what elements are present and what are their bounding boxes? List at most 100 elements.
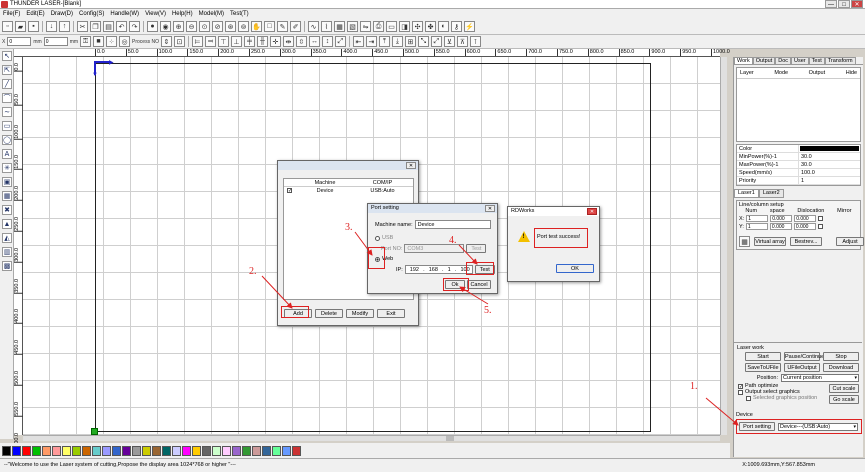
color-swatch-0[interactable]: [2, 445, 11, 456]
zoom-select-icon[interactable]: ⊛: [225, 21, 236, 32]
color-swatch-16[interactable]: [162, 445, 171, 456]
stop-circle-icon[interactable]: ◉: [160, 21, 171, 32]
tab-laser2[interactable]: Laser2: [758, 189, 784, 198]
cut-scale-button[interactable]: Cut scale: [829, 384, 859, 393]
polyline-tool-icon[interactable]: ⌒: [2, 93, 12, 103]
text-tool-icon[interactable]: A: [2, 149, 12, 159]
align-center-h-icon[interactable]: ╫: [256, 36, 268, 47]
align-top-icon[interactable]: ⊤: [217, 36, 229, 47]
layer-table[interactable]: Layer Mode Output Hide: [736, 67, 861, 142]
menu-handle[interactable]: Handle(W): [107, 9, 142, 19]
printer-icon[interactable]: ⎙: [373, 21, 384, 32]
align-left-icon[interactable]: ⊨: [191, 36, 203, 47]
message-ok-button[interactable]: OK: [556, 264, 594, 273]
lock-icon[interactable]: ⚿: [80, 36, 92, 47]
resize-diag-alt-icon[interactable]: ⤢: [430, 36, 442, 47]
minpower-value[interactable]: 30.0: [799, 153, 860, 160]
color-swatch-21[interactable]: [212, 445, 221, 456]
menu-help[interactable]: Help(H): [169, 9, 196, 19]
laser-head-icon[interactable]: ◐: [438, 21, 449, 32]
ellipse-tool-icon[interactable]: ◯: [2, 135, 12, 145]
maximize-button[interactable]: □: [838, 0, 850, 8]
bestrev-button[interactable]: Bestrev...: [790, 237, 822, 246]
color-swatch[interactable]: [800, 146, 859, 151]
machine-name-input[interactable]: Device: [414, 220, 491, 229]
image-tool-icon[interactable]: ▣: [2, 177, 12, 187]
menu-edit[interactable]: Edit(E): [23, 9, 47, 19]
triangle-tool-icon[interactable]: ▲: [2, 219, 12, 229]
monitor-icon[interactable]: ▭: [386, 21, 397, 32]
select-frame-icon[interactable]: □: [264, 21, 275, 32]
grid-tool-icon[interactable]: ▦: [2, 191, 12, 201]
stop-icon[interactable]: ●: [147, 21, 158, 32]
cross-frame-alt-icon[interactable]: ✤: [425, 21, 436, 32]
maxpower-value[interactable]: 30.0: [799, 161, 860, 168]
line-tool-icon[interactable]: ╱: [2, 79, 12, 89]
color-swatch-14[interactable]: [142, 445, 151, 456]
delete-device-button[interactable]: Delete: [315, 309, 343, 318]
start-button[interactable]: Start: [745, 352, 781, 361]
lc-x-disloc[interactable]: 0.000: [794, 215, 817, 222]
message-dialog-close-button[interactable]: ✕: [587, 208, 597, 215]
color-swatch-9[interactable]: [92, 445, 101, 456]
ufile-output-button[interactable]: UFileOutput: [784, 363, 820, 372]
open-folder-icon[interactable]: ▰: [15, 21, 26, 32]
color-swatch-11[interactable]: [112, 445, 121, 456]
grid-array-tool-icon[interactable]: ▩: [2, 261, 12, 271]
copy-icon[interactable]: ❐: [90, 21, 101, 32]
color-swatch-26[interactable]: [262, 445, 271, 456]
x-position-input[interactable]: 0: [7, 37, 32, 46]
lc-x-space[interactable]: 0.000: [770, 215, 793, 222]
distribute-h-icon[interactable]: ⇹: [282, 36, 294, 47]
redo-icon[interactable]: ↷: [129, 21, 140, 32]
zoom-out-icon[interactable]: ⊖: [186, 21, 197, 32]
color-swatch-8[interactable]: [82, 445, 91, 456]
color-square-icon[interactable]: ■: [93, 36, 105, 47]
stop-button[interactable]: Stop: [823, 352, 859, 361]
color-swatch-17[interactable]: [172, 445, 181, 456]
cut-icon[interactable]: ✂: [77, 21, 88, 32]
save-to-ufile-button[interactable]: SaveToUFile: [745, 363, 781, 372]
selected-pos-checkbox[interactable]: [746, 395, 751, 401]
lc-y-space[interactable]: 0.000: [769, 223, 792, 230]
lc-y-disloc[interactable]: 0.000: [793, 223, 816, 230]
color-swatch-13[interactable]: [132, 445, 141, 456]
undo-icon[interactable]: ↶: [116, 21, 127, 32]
zoom-in-icon[interactable]: ⊕: [173, 21, 184, 32]
menu-model[interactable]: Model(M): [196, 9, 227, 19]
lc-x-mirror-checkbox[interactable]: [818, 216, 824, 221]
width-input[interactable]: 0: [43, 37, 68, 46]
layout-icon[interactable]: ▧: [347, 21, 358, 32]
tab-work[interactable]: Work: [734, 57, 753, 64]
align-bottom-icon[interactable]: ⊥: [230, 36, 242, 47]
position-select[interactable]: Current position: [781, 374, 859, 382]
color-swatch-23[interactable]: [232, 445, 241, 456]
color-swatch-19[interactable]: [192, 445, 201, 456]
grid-array-icon[interactable]: ▦: [334, 21, 345, 32]
tab-doc[interactable]: Doc: [775, 57, 792, 64]
zoom-fit-icon[interactable]: ⊙: [199, 21, 210, 32]
align-center-icon[interactable]: ✛: [269, 36, 281, 47]
output-select-checkbox[interactable]: [738, 389, 743, 395]
resize-diag-icon[interactable]: ⤡: [417, 36, 429, 47]
color-swatch-5[interactable]: [52, 445, 61, 456]
page-right-icon[interactable]: ⇥: [365, 36, 377, 47]
mirror-v-icon[interactable]: ⊻: [443, 36, 455, 47]
device-select[interactable]: Device---(USB:Auto): [778, 422, 858, 431]
align-center-v-icon[interactable]: ╪: [243, 36, 255, 47]
measure-icon[interactable]: ⊺: [469, 36, 481, 47]
adjust-button[interactable]: Adjust: [836, 237, 864, 246]
tab-output[interactable]: Output: [752, 57, 776, 64]
color-swatch-3[interactable]: [32, 445, 41, 456]
go-scale-button[interactable]: Go scale: [829, 395, 859, 404]
vertical-scrollbar[interactable]: [720, 57, 727, 435]
color-swatch-15[interactable]: [152, 445, 161, 456]
device-row-checkbox[interactable]: ✓: [287, 188, 292, 194]
close-window-button[interactable]: ✕: [851, 0, 863, 8]
point-tool-icon[interactable]: ✳: [2, 163, 12, 173]
download-button[interactable]: Download: [823, 363, 859, 372]
tab-transform[interactable]: Transform: [824, 57, 856, 64]
page-bottom-icon[interactable]: ⤓: [391, 36, 403, 47]
color-swatch-6[interactable]: [62, 445, 71, 456]
lc-x-num[interactable]: 1: [746, 215, 769, 222]
